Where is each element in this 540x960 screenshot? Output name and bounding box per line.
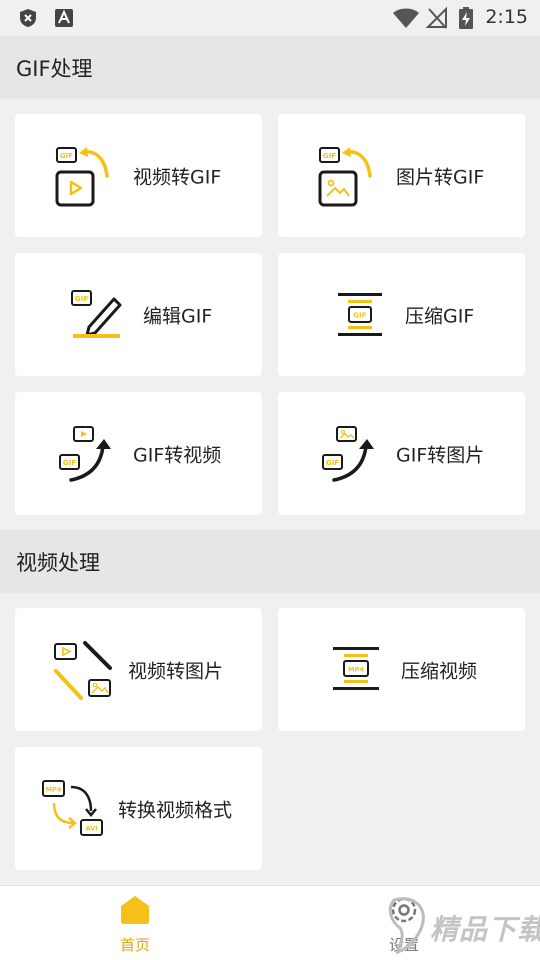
watermark-badge-icon — [388, 897, 425, 955]
card-label: 图片转GIF — [396, 166, 485, 188]
section-title: GIF处理 — [16, 57, 93, 81]
battery-charging-icon — [459, 7, 473, 29]
card-compress-video[interactable]: MP4 压缩视频 — [278, 608, 525, 731]
section-header-gif: GIF处理 — [0, 36, 540, 99]
status-bar: 2:15 — [0, 0, 540, 36]
tab-home-label: 首页 — [119, 936, 150, 954]
compress-gif-icon: GIF — [338, 293, 382, 336]
compress-video-icon: MP4 — [333, 647, 379, 690]
image-to-gif-icon: GIF — [318, 147, 372, 207]
home-icon — [121, 896, 149, 924]
card-edit-gif[interactable]: GIF 编辑GIF — [15, 253, 262, 376]
svg-text:AVI: AVI — [85, 825, 97, 833]
card-image-to-gif[interactable]: GIF 图片转GIF — [278, 114, 525, 237]
edit-gif-icon: GIF — [71, 290, 122, 338]
svg-text:GIF: GIF — [323, 152, 336, 160]
video-to-image-icon — [54, 641, 112, 700]
card-compress-gif[interactable]: GIF 压缩GIF — [278, 253, 525, 376]
svg-text:GIF: GIF — [75, 295, 88, 303]
watermark-logo: 精品下载 — [386, 894, 540, 955]
svg-text:GIF: GIF — [60, 152, 73, 160]
svg-text:GIF: GIF — [353, 312, 366, 320]
section-header-video: 视频处理 — [0, 530, 540, 593]
convert-format-icon: MP4 AVI — [42, 780, 103, 836]
video-to-gif-icon: GIF — [55, 147, 109, 207]
section-title: 视频处理 — [16, 551, 100, 575]
card-label: 转换视频格式 — [118, 799, 233, 821]
bottom-tab-bar: 首页 设置 精品下载 — [0, 885, 540, 960]
card-label: 视频转图片 — [128, 660, 224, 682]
card-label: 压缩视频 — [401, 660, 478, 682]
svg-text:GIF: GIF — [326, 459, 339, 467]
svg-text:MP4: MP4 — [348, 666, 364, 674]
svg-text:GIF: GIF — [63, 459, 76, 467]
card-video-to-gif[interactable]: GIF 视频转GIF — [15, 114, 262, 237]
svg-text:MP4: MP4 — [46, 786, 62, 794]
card-label: 压缩GIF — [405, 305, 475, 327]
card-gif-to-image[interactable]: GIF GIF转图片 — [278, 392, 525, 515]
card-convert-format[interactable]: MP4 AVI 转换视频格式 — [15, 747, 262, 870]
gif-to-image-icon: GIF — [322, 426, 374, 482]
status-time: 2:15 — [485, 6, 528, 28]
card-video-to-image[interactable]: 视频转图片 — [15, 608, 262, 731]
no-signal-icon — [426, 6, 447, 29]
card-label: GIF转视频 — [133, 444, 222, 466]
card-gif-to-video[interactable]: GIF GIF转视频 — [15, 392, 262, 515]
watermark-text: 精品下载 — [430, 913, 540, 946]
card-label: 编辑GIF — [143, 305, 213, 327]
font-a-icon — [55, 9, 73, 27]
tab-home[interactable]: 首页 — [75, 886, 195, 960]
shield-close-icon — [20, 9, 36, 27]
card-label: 视频转GIF — [133, 166, 222, 188]
gif-to-video-icon: GIF — [59, 426, 111, 482]
wifi-icon — [393, 8, 419, 28]
card-label: GIF转图片 — [396, 444, 485, 466]
